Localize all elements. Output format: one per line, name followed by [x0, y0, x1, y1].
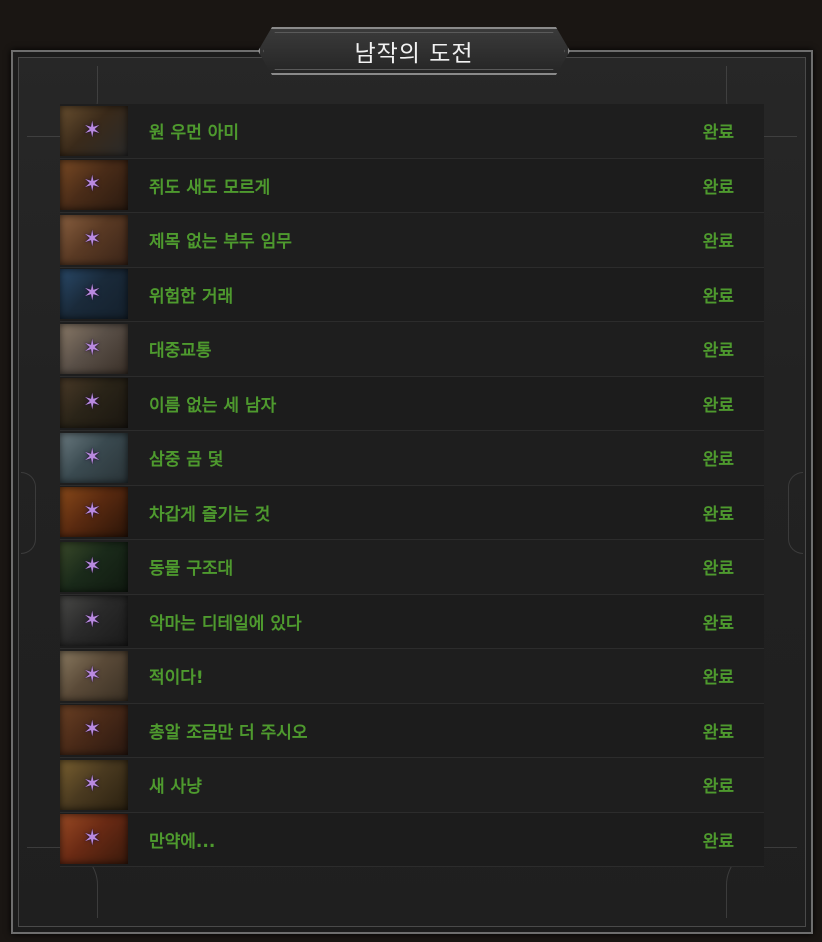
challenge-status: 완료: [702, 613, 734, 634]
purple-star-icon: ✶: [83, 717, 102, 743]
challenge-name: 위험한 거래: [149, 286, 234, 307]
challenge-row[interactable]: ✶ 제목 없는 부두 임무 완료: [60, 213, 764, 268]
challenge-thumbnail: ✶: [60, 214, 128, 265]
challenge-row[interactable]: ✶ 위험한 거래 완료: [60, 267, 764, 322]
challenge-name: 동물 구조대: [149, 559, 234, 580]
challenge-thumbnail: ✶: [60, 432, 128, 483]
challenge-thumbnail: ✶: [60, 105, 128, 156]
challenge-name: 원 우먼 아미: [149, 123, 240, 144]
challenge-status: 완료: [702, 504, 734, 525]
challenge-status: 완료: [702, 232, 734, 253]
challenge-row[interactable]: ✶ 대중교통 완료: [60, 322, 764, 377]
challenge-row[interactable]: ✶ 이름 없는 세 남자 완료: [60, 376, 764, 431]
challenge-status: 완료: [702, 123, 734, 144]
challenge-thumbnail: ✶: [60, 705, 128, 756]
challenge-name: 이름 없는 세 남자: [149, 395, 277, 416]
challenge-status: 완료: [702, 395, 734, 416]
challenge-row[interactable]: ✶ 만약에... 완료: [60, 812, 764, 867]
challenge-thumbnail: ✶: [60, 814, 128, 865]
challenge-status: 완료: [702, 831, 734, 852]
purple-star-icon: ✶: [83, 771, 102, 797]
challenge-thumbnail: ✶: [60, 378, 128, 429]
challenge-thumbnail: ✶: [60, 487, 128, 538]
challenge-row[interactable]: ✶ 총알 조금만 더 주시오 완료: [60, 703, 764, 758]
challenge-thumbnail: ✶: [60, 650, 128, 701]
title-plate: 남작의 도전: [258, 27, 570, 75]
purple-star-icon: ✶: [83, 553, 102, 579]
challenge-name: 새 사냥: [149, 777, 202, 798]
challenge-row[interactable]: ✶ 악마는 디테일에 있다 완료: [60, 594, 764, 649]
challenge-name: 적이다!: [149, 668, 204, 689]
challenge-name: 제목 없는 부두 임무: [149, 232, 292, 253]
challenge-list: ✶ 원 우먼 아미 완료 ✶ 쥐도 새도 모르게 완료 ✶ 제목 없는 부두 임무 완료 ✶ 위험한…: [60, 104, 764, 867]
challenge-name: 악마는 디테일에 있다: [149, 613, 302, 634]
challenge-row[interactable]: ✶ 적이다! 완료: [60, 649, 764, 704]
challenge-name: 쥐도 새도 모르게: [149, 177, 271, 198]
challenge-name: 대중교통: [149, 341, 212, 362]
challenge-thumbnail: ✶: [60, 596, 128, 647]
challenge-row[interactable]: ✶ 동물 구조대 완료: [60, 540, 764, 595]
challenge-status: 완료: [702, 722, 734, 743]
purple-star-icon: ✶: [83, 608, 102, 634]
purple-star-icon: ✶: [83, 499, 102, 525]
challenge-row[interactable]: ✶ 새 사냥 완료: [60, 758, 764, 813]
challenge-status: 완료: [702, 450, 734, 471]
page-title: 남작의 도전: [354, 41, 474, 67]
challenge-thumbnail: ✶: [60, 269, 128, 320]
challenge-status: 완료: [702, 177, 734, 198]
purple-star-icon: ✶: [83, 390, 102, 416]
challenge-row[interactable]: ✶ 쥐도 새도 모르게 완료: [60, 158, 764, 213]
challenge-name: 총알 조금만 더 주시오: [149, 722, 308, 743]
purple-star-icon: ✶: [83, 826, 102, 852]
purple-star-icon: ✶: [83, 335, 102, 361]
challenge-thumbnail: ✶: [60, 759, 128, 810]
purple-star-icon: ✶: [83, 281, 102, 307]
challenge-status: 완료: [702, 777, 734, 798]
challenge-name: 만약에...: [149, 831, 216, 852]
purple-star-icon: ✶: [83, 226, 102, 252]
challenge-row[interactable]: ✶ 원 우먼 아미 완료: [60, 104, 764, 159]
purple-star-icon: ✶: [83, 662, 102, 688]
purple-star-icon: ✶: [83, 117, 102, 143]
purple-star-icon: ✶: [83, 444, 102, 470]
challenge-row[interactable]: ✶ 차갑게 즐기는 것 완료: [60, 485, 764, 540]
challenge-status: 완료: [702, 286, 734, 307]
ornament-side: [21, 472, 36, 554]
challenge-status: 완료: [702, 559, 734, 580]
challenge-name: 삼중 곰 덫: [149, 450, 224, 471]
challenge-name: 차갑게 즐기는 것: [149, 504, 271, 525]
purple-star-icon: ✶: [83, 172, 102, 198]
challenge-thumbnail: ✶: [60, 541, 128, 592]
challenge-row[interactable]: ✶ 삼중 곰 덫 완료: [60, 431, 764, 486]
challenge-status: 완료: [702, 341, 734, 362]
ornament-side: [788, 472, 803, 554]
challenge-thumbnail: ✶: [60, 323, 128, 374]
challenge-status: 완료: [702, 668, 734, 689]
challenge-thumbnail: ✶: [60, 160, 128, 211]
